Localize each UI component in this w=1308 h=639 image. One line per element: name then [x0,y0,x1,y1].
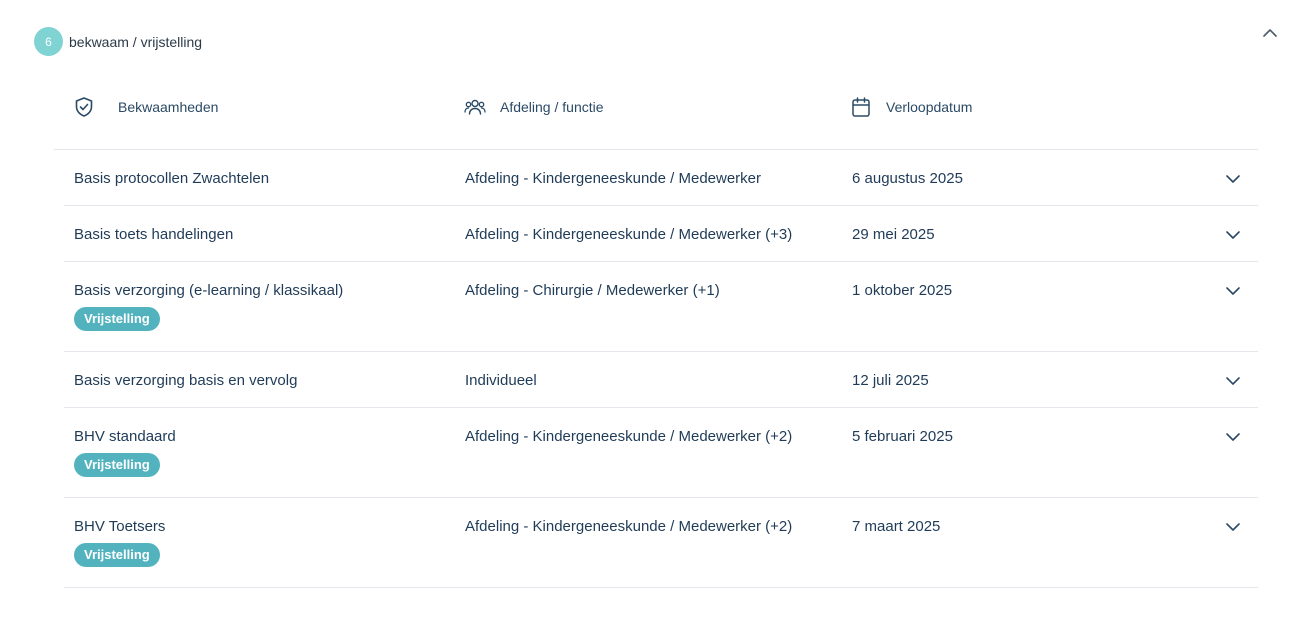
chevron-down-icon [1226,376,1240,385]
skill-expiry-date: 6 augustus 2025 [852,170,963,187]
skill-name: BHV standaard [74,428,176,445]
expand-row-button[interactable] [1224,226,1242,244]
skill-expiry-date: 29 mei 2025 [852,226,935,243]
count-badge: 6 [34,27,63,56]
skill-name: Basis verzorging (e-learning / klassikaa… [74,282,344,299]
column-header-skills: Bekwaamheden [72,95,218,119]
table-row[interactable]: Basis verzorging basis en vervolg Indivi… [64,352,1258,408]
calendar-icon [849,95,873,119]
skill-name: Basis protocollen Zwachtelen [74,170,270,187]
skill-expiry-date: 5 februari 2025 [852,428,953,445]
users-icon [463,95,487,119]
skill-name: Basis toets handelingen [74,226,234,243]
skills-panel: 6 bekwaam / vrijstelling Bekwaamheden Af… [0,0,1308,639]
collapse-button[interactable] [1260,24,1280,40]
expand-row-button[interactable] [1224,428,1242,446]
expand-row-button[interactable] [1224,372,1242,390]
column-header-expiry: Verloopdatum [849,95,972,119]
skill-department: Afdeling - Kindergeneeskunde / Medewerke… [465,226,793,243]
skills-list: Basis protocollen Zwachtelen Afdeling - … [64,150,1258,588]
skill-department: Afdeling - Kindergeneeskunde / Medewerke… [465,428,793,445]
chevron-down-icon [1226,174,1240,183]
chevron-down-icon [1226,286,1240,295]
chevron-down-icon [1226,522,1240,531]
table-row[interactable]: Basis toets handelingen Afdeling - Kinde… [64,206,1258,262]
skill-name: BHV Toetsers [74,518,166,535]
chevron-down-icon [1226,432,1240,441]
expand-row-button[interactable] [1224,518,1242,536]
shield-check-icon [72,95,96,119]
column-label-skills: Bekwaamheden [118,99,219,115]
chevron-up-icon [1263,28,1277,37]
table-row[interactable]: Basis protocollen Zwachtelen Afdeling - … [64,150,1258,206]
skill-expiry-date: 12 juli 2025 [852,372,929,389]
table-row[interactable]: BHV Toetsers Vrijstelling Afdeling - Kin… [64,498,1258,588]
expand-row-button[interactable] [1224,282,1242,300]
skill-expiry-date: 1 oktober 2025 [852,282,953,299]
skill-name: Basis verzorging basis en vervolg [74,372,298,389]
column-label-department: Afdeling / functie [500,99,604,115]
skill-department: Afdeling - Chirurgie / Medewerker (+1) [465,282,720,299]
column-label-expiry: Verloopdatum [886,99,973,115]
chevron-down-icon [1226,230,1240,239]
expand-row-button[interactable] [1224,170,1242,188]
skill-department: Individueel [465,372,537,389]
skill-department: Afdeling - Kindergeneeskunde / Medewerke… [465,170,762,187]
table-row[interactable]: Basis verzorging (e-learning / klassikaa… [64,262,1258,352]
table-row[interactable]: BHV standaard Vrijstelling Afdeling - Ki… [64,408,1258,498]
column-header-department: Afdeling / functie [463,95,604,119]
group-title: bekwaam / vrijstelling [69,33,203,50]
skill-department: Afdeling - Kindergeneeskunde / Medewerke… [465,518,793,535]
exemption-badge: Vrijstelling [74,307,160,331]
exemption-badge: Vrijstelling [74,453,160,477]
group-header: 6 bekwaam / vrijstelling [34,27,202,56]
exemption-badge: Vrijstelling [74,543,160,567]
skill-expiry-date: 7 maart 2025 [852,518,941,535]
